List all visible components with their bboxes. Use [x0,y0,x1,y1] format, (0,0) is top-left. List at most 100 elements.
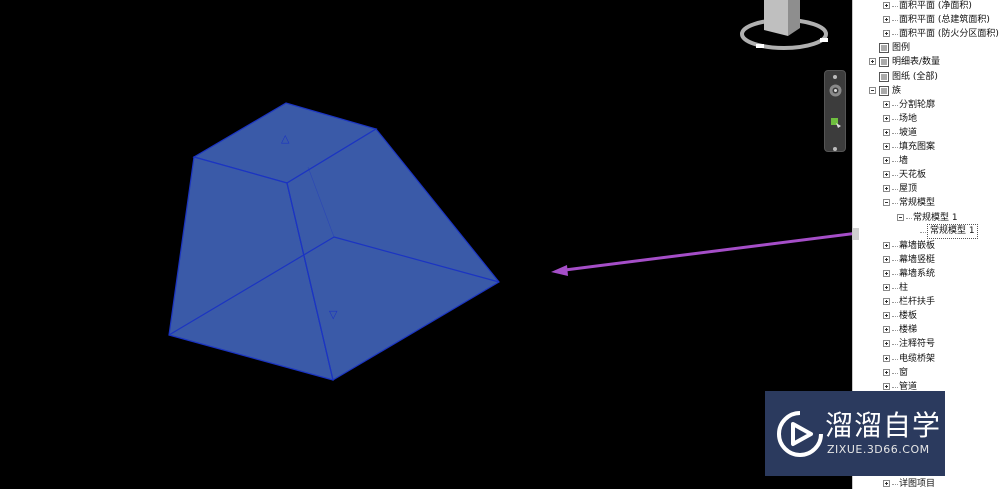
shape-handle-up-icon[interactable]: △ [281,132,290,145]
tree-connector [892,245,898,247]
watermark-title: 溜溜自学 [825,409,942,442]
expand-icon[interactable] [883,382,890,390]
tree-item[interactable]: 常规模型 1 [853,223,1000,239]
model-canvas[interactable]: △ ▽ [0,0,852,489]
tree-item-label: 明细表/数量 [892,57,941,68]
expand-icon[interactable] [883,326,890,334]
tree-item[interactable]: 楼板 [853,309,1000,323]
tree-item-label: 幕墙系统 [899,268,936,279]
tree-item-label: 常规模型 1 [913,212,958,223]
expand-icon[interactable] [883,128,890,136]
expand-icon[interactable] [883,171,890,179]
tree-item[interactable]: 栏杆扶手 [853,295,1000,309]
tree-connector [892,104,898,106]
expand-icon[interactable] [883,284,890,291]
tree-item-label: 楼梯 [899,325,918,336]
annotation-arrow [564,232,852,272]
tree-item-label: 常规模型 [899,198,936,209]
tree-connector [892,20,898,22]
expand-icon[interactable] [883,185,890,193]
expand-icon[interactable] [883,354,890,362]
tree-item[interactable]: 常规模型 1 [853,211,1000,225]
tree-item-label: 窗 [899,367,909,378]
expand-icon[interactable] [883,255,890,263]
tree-item[interactable]: 柱 [853,281,1000,295]
tree-item[interactable]: 面积平面 (防火分区面积) [853,27,1000,41]
viewcube[interactable] [738,0,838,58]
tree-item[interactable]: 幕墙系统 [853,267,1000,281]
project-browser-splitter[interactable] [853,228,859,240]
tree-item-label: 坡道 [899,127,918,138]
tree-connector [892,189,898,191]
expand-icon[interactable] [883,100,890,108]
expand-icon[interactable] [883,269,890,277]
tree-connector [892,259,898,261]
tree-item-label: 幕墙嵌板 [899,240,936,251]
tree-item[interactable]: 电缆桥架 [853,352,1000,366]
tree-item[interactable]: 分割轮廓 [853,98,1000,112]
expand-icon[interactable] [883,340,890,348]
steering-wheel-icon[interactable] [828,83,843,98]
expand-icon[interactable] [883,114,890,122]
tree-item[interactable]: 图纸 (全部) [853,70,1000,84]
expand-icon[interactable] [883,241,890,249]
expand-icon[interactable] [883,312,890,320]
expand-icon[interactable] [883,143,890,150]
viewcube-cube[interactable] [764,0,788,36]
tree-item-label: 面积平面 (总建筑面积) [899,15,990,26]
expand-icon[interactable] [883,480,890,487]
tree-item-label: 柱 [899,283,909,293]
tree-item[interactable]: 场地 [853,112,1000,126]
expand-icon[interactable] [883,16,890,24]
3d-viewport[interactable]: △ ▽ [0,0,852,489]
legend-icon [879,43,889,54]
tree-item[interactable]: 族 [853,84,1000,98]
tree-connector [892,6,898,7]
tree-item-label: 常规模型 1 [927,223,978,239]
expand-icon[interactable] [883,30,890,38]
expand-icon[interactable] [883,298,890,306]
tree-item[interactable]: 窗 [853,366,1000,380]
tree-item[interactable]: 墙 [853,154,1000,168]
expand-icon[interactable] [883,368,890,376]
tree-connector [892,386,898,388]
tree-connector [920,231,926,233]
tree-connector [892,34,898,36]
tree-connector [892,484,898,485]
tree-item[interactable]: 详图项目 [853,477,1000,489]
tree-item[interactable]: 天花板 [853,168,1000,182]
expand-icon[interactable] [883,157,890,165]
collapse-icon[interactable] [869,86,876,94]
tree-item[interactable]: 楼梯 [853,323,1000,337]
collapse-icon[interactable] [883,199,890,207]
family-icon [879,85,889,96]
tree-item[interactable]: 面积平面 (总建筑面积) [853,13,1000,27]
tree-item[interactable]: 明细表/数量 [853,55,1000,69]
zoom-icon[interactable] [828,115,843,130]
tree-item[interactable]: 屋顶 [853,182,1000,196]
watermark-logo: 溜溜自学 ZIXUE.3D66.COM [765,391,945,476]
tree-connector [892,132,898,134]
viewcube-cube-side[interactable] [788,0,800,36]
tree-item[interactable]: 常规模型 [853,196,1000,210]
tree-connector [892,288,898,289]
navigation-bar[interactable] [824,70,846,152]
tree-connector [892,118,898,120]
tree-item[interactable]: 注释符号 [853,337,1000,351]
tree-item[interactable]: 填充图案 [853,140,1000,154]
shape-handle-down-icon[interactable]: ▽ [329,308,338,321]
tree-item[interactable]: 幕墙嵌板 [853,239,1000,253]
tree-item[interactable]: 坡道 [853,126,1000,140]
collapse-icon[interactable] [897,213,904,221]
tree-item[interactable]: 面积平面 (净面积) [853,0,1000,13]
navbar-menu-icon[interactable] [833,147,837,151]
expand-icon[interactable] [869,58,876,66]
expand-icon[interactable] [883,2,890,9]
tree-item-label: 面积平面 (防火分区面积) [899,29,999,40]
tree-item[interactable]: 图例 [853,41,1000,55]
tree-item-label: 幕墙竖梃 [899,254,936,265]
tree-item-label: 天花板 [899,170,927,181]
tree-item[interactable]: 幕墙竖梃 [853,253,1000,267]
navbar-handle [833,75,837,79]
tree-item-label: 族 [892,85,902,96]
